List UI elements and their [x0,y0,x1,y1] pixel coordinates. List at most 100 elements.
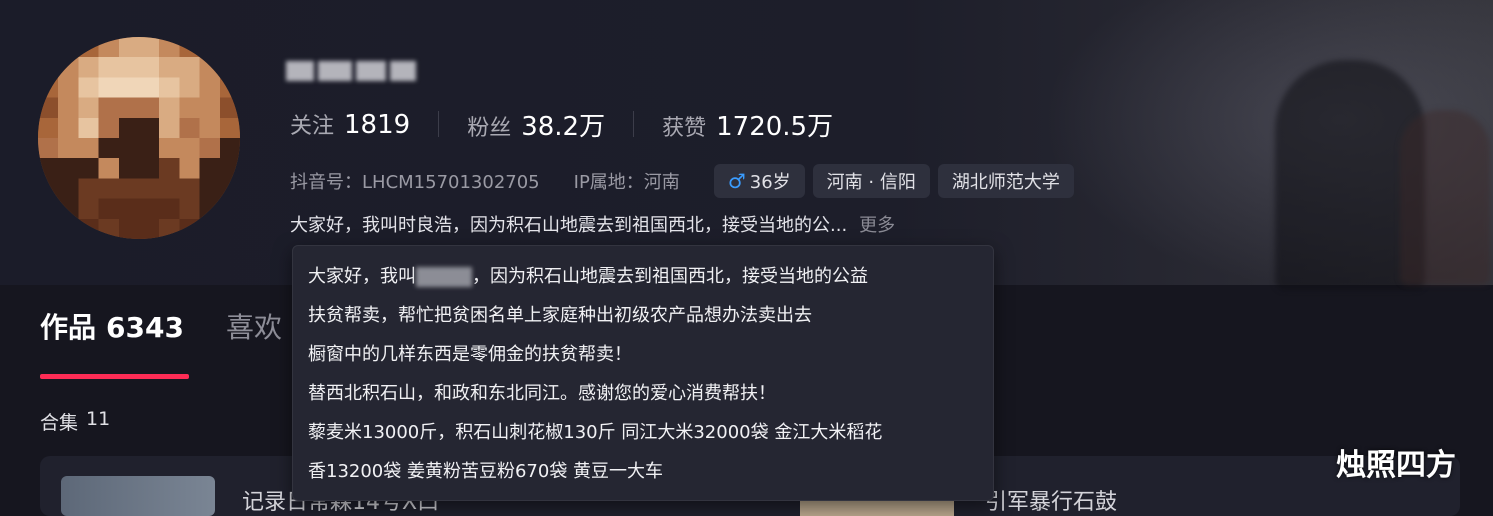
avatar-mosaic-tile [118,158,139,179]
avatar-mosaic-tile [159,198,180,219]
stat-likes: 获赞 1720.5万 [662,106,833,143]
avatar-mosaic-tile [199,158,220,179]
avatar-mosaic-tile [78,138,99,159]
stat-label: 获赞 [662,115,707,141]
bio-popup-line: 香13200袋 姜黄粉苦豆粉670袋 黄豆一大车 [308,461,664,482]
avatar-mosaic-tile [38,117,59,138]
avatar-mosaic-tile [118,57,139,78]
avatar-mosaic-tile [139,178,160,199]
avatar-mosaic-tile [58,178,79,199]
avatar-mosaic-tile [139,117,160,138]
avatar-mosaic-tile [118,117,139,138]
bio-popup-text: 大家好，我叫 [308,266,416,287]
region-tag-label: 河南 · 信阳 [826,172,916,193]
region-tag: 河南 · 信阳 [812,164,930,198]
ip-location: IP属地：河南 [573,172,680,193]
bio-popup: 大家好，我叫 ，因为积石山地震去到祖国西北，接受当地的公益 扶贫帮卖，帮忙把贫困名… [292,245,994,501]
stat-followers[interactable]: 粉丝 38.2万 [467,106,605,143]
avatar-mosaic-tile [78,117,99,138]
school-tag-label: 湖北师范大学 [951,172,1060,193]
card-title[interactable]: 引军暴行石鼓 [985,484,1117,516]
avatar-mosaic-tile [179,117,200,138]
avatar-mosaic-tile [159,57,180,78]
bio-popup-text: ，因为积石山地震去到祖国西北，接受当地的公益 [472,266,868,287]
avatar-mosaic-tile [139,138,160,159]
avatar-mosaic-tile [38,138,59,159]
avatar-mosaic-tile [118,77,139,98]
bio: 大家好，我叫时良浩，因为积石山地震去到祖国西北，接受当地的公... 更多 [290,209,895,239]
avatar-mosaic-tile [179,178,200,199]
avatar-mosaic-tile [118,218,139,239]
bio-popup-line: 大家好，我叫 ，因为积石山地震去到祖国西北，接受当地的公益 [308,257,993,296]
avatar-mosaic-tile [118,178,139,199]
avatar-mosaic-tile [159,117,180,138]
avatar-mosaic-tile [179,158,200,179]
stat-value: 1819 [344,110,411,140]
avatar-mosaic-tile [118,198,139,219]
stat-following[interactable]: 关注 1819 [290,108,410,140]
tab-works[interactable]: 作品 6343 [40,306,184,346]
avatar-mosaic-tile [78,198,99,219]
avatar-mosaic-tile [118,37,139,58]
avatar-mosaic-tile [58,97,79,118]
avatar-mosaic-tile [78,77,99,98]
background-photo-figure-2 [1400,110,1490,285]
bio-popup-line: 橱窗中的几样东西是零佣金的扶贫帮卖！ [308,344,632,365]
age-tag-label: 36岁 [749,172,791,193]
avatar-mosaic-tile [139,77,160,98]
avatar-mosaic-tile [139,37,160,58]
avatar-mosaic-tile [98,138,119,159]
avatar-mosaic-tile [159,158,180,179]
bio-popup-line: 扶贫帮卖，帮忙把贫困名单上家庭种出初级农产品想办法卖出去 [308,305,812,326]
avatar-mosaic-tile [179,138,200,159]
tab-likes[interactable]: 喜欢 [226,306,282,346]
card-thumbnail[interactable] [61,476,215,516]
stat-value: 1720.5万 [716,111,834,142]
avatar-mosaic-tile [78,178,99,199]
stat-value: 38.2万 [521,111,606,142]
avatar-mosaic-tile [139,158,160,179]
age-tag: ♂ 36岁 [713,164,805,198]
bio-popup-line: 藜麦米13000斤，积石山刺花椒130斤 同江大米32000袋 金江大米稻花 [308,422,883,443]
avatar-mosaic-tile [98,117,119,138]
avatar-mosaic-tile [98,178,119,199]
avatar-mosaic-tile [98,77,119,98]
divider [438,111,440,137]
bio-more-link[interactable]: 更多 [859,211,895,237]
avatar-mosaic-tile [139,198,160,219]
avatar-mosaic-tile [58,138,79,159]
avatar-mosaic-tile [159,97,180,118]
avatar-mosaic-tile [179,57,200,78]
avatar-mosaic-tile [159,138,180,159]
avatar[interactable] [38,37,240,239]
avatar-mosaic-tile [78,158,99,179]
collection-count: 11 [86,408,111,430]
avatar-mosaic-tile [159,178,180,199]
tab-works-label: 作品 [40,311,97,344]
avatar-mosaic [38,37,240,239]
avatar-mosaic-tile [98,198,119,219]
collection-link[interactable]: 合集 11 [40,408,110,435]
douyin-id: 抖音号：LHCM15701302705 [290,172,540,193]
watermark: 烛照四方 [1336,448,1456,483]
tab-works-count: 6343 [106,311,184,344]
avatar-mosaic-tile [98,158,119,179]
avatar-mosaic-tile [118,138,139,159]
profile-stats: 关注 1819 粉丝 38.2万 获赞 1720.5万 [290,104,833,144]
avatar-mosaic-tile [78,57,99,78]
avatar-mosaic-tile [179,198,200,219]
male-gender-icon: ♂ [727,169,746,193]
bio-preview: 大家好，我叫时良浩，因为积石山地震去到祖国西北，接受当地的公... [290,215,848,236]
avatar-mosaic-tile [219,138,240,159]
avatar-mosaic-tile [159,77,180,98]
school-tag: 湖北师范大学 [937,164,1074,198]
avatar-mosaic-tile [139,57,160,78]
avatar-mosaic-tile [58,117,79,138]
avatar-mosaic-tile [118,97,139,118]
avatar-mosaic-tile [199,178,220,199]
stat-label: 粉丝 [467,115,512,141]
avatar-mosaic-tile [179,97,200,118]
avatar-mosaic-tile [199,138,220,159]
profile-meta-row: 抖音号：LHCM15701302705 IP属地：河南 ♂ 36岁 河南 · 信… [290,163,1074,199]
username-redacted [286,55,416,87]
